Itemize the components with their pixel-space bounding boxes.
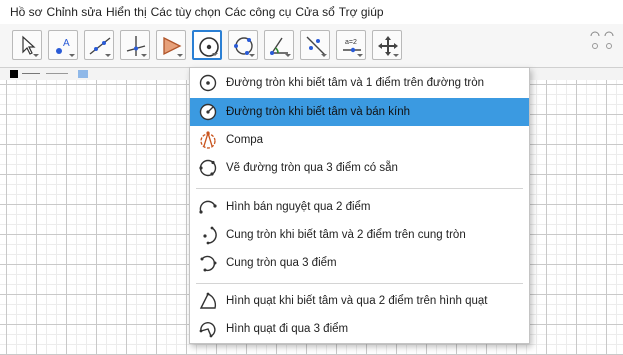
arc-three-points-icon <box>200 255 217 272</box>
menu-item-label: Vẽ đường tròn qua 3 điểm có sẵn <box>226 162 398 174</box>
svg-text:A: A <box>63 38 70 49</box>
circle-center-point-icon <box>199 74 217 92</box>
menu-options[interactable]: Các tùy chọn <box>151 5 221 19</box>
angle-tool-button[interactable] <box>264 30 294 60</box>
label-style-button[interactable] <box>78 70 88 78</box>
move-tool-button[interactable] <box>12 30 42 60</box>
compass-icon <box>200 131 216 149</box>
move-view-tool-button[interactable] <box>372 30 402 60</box>
line-style-dropdown[interactable] <box>22 73 40 74</box>
menu-item-compass[interactable]: Compa <box>190 126 529 154</box>
arc-center-icon <box>203 226 217 245</box>
semicircle-icon <box>199 200 217 214</box>
sector-three-points-icon <box>199 322 216 338</box>
circle-tool-button[interactable] <box>192 30 222 60</box>
menu-edit[interactable]: Chỉnh sửa <box>47 5 102 19</box>
polygon-tool-button[interactable] <box>156 30 186 60</box>
undo-icon <box>590 31 614 49</box>
circle-three-points-tool-button[interactable] <box>228 30 258 60</box>
menu-item-label: Cung tròn khi biết tâm và 2 điểm trên cu… <box>226 229 466 241</box>
menu-window[interactable]: Cửa sổ <box>295 5 334 19</box>
svg-text:a=2: a=2 <box>345 39 357 46</box>
circle-tools-dropdown: Đường tròn khi biết tâm và 1 điểm trên đ… <box>189 67 530 344</box>
menu-item-label: Cung tròn qua 3 điểm <box>226 257 337 269</box>
color-swatch[interactable] <box>10 70 18 78</box>
menu-item-semicircle[interactable]: Hình bán nguyệt qua 2 điểm <box>190 193 529 221</box>
point-tool-button[interactable]: A <box>48 30 78 60</box>
perpendicular-tool-button[interactable] <box>120 30 150 60</box>
menu-file[interactable]: Hồ sơ <box>10 5 43 19</box>
toolbar: A a=2 <box>0 24 623 68</box>
circle-three-points-icon <box>199 159 217 177</box>
menu-help[interactable]: Trợ giúp <box>339 5 384 19</box>
line-tool-button[interactable] <box>84 30 114 60</box>
menu-item-circle-center-point[interactable]: Đường tròn khi biết tâm và 1 điểm trên đ… <box>190 69 529 97</box>
reflect-tool-button[interactable] <box>300 30 330 60</box>
slider-tool-button[interactable]: a=2 <box>336 30 366 60</box>
menu-item-label: Hình bán nguyệt qua 2 điểm <box>226 201 371 213</box>
menu-item-circle-center-radius[interactable]: Đường tròn khi biết tâm và bán kính <box>190 98 529 126</box>
menu-item-label: Compa <box>226 134 264 146</box>
undo-redo-area[interactable] <box>587 30 617 54</box>
menu-separator <box>196 283 523 284</box>
menu-item-circle-three-points[interactable]: Vẽ đường tròn qua 3 điểm có sẵn <box>190 154 529 182</box>
menu-separator <box>196 188 523 189</box>
menu-item-label: Hình quạt đi qua 3 điểm <box>226 323 349 335</box>
menu-view[interactable]: Hiển thị <box>106 5 147 19</box>
menu-item-arc-center[interactable]: Cung tròn khi biết tâm và 2 điểm trên cu… <box>190 221 529 249</box>
menu-item-label: Đường tròn khi biết tâm và 1 điểm trên đ… <box>226 77 485 89</box>
sector-center-icon <box>199 292 217 309</box>
menu-item-arc-three-points[interactable]: Cung tròn qua 3 điểm <box>190 249 529 277</box>
menu-item-label: Hình quạt khi biết tâm và qua 2 điểm trê… <box>226 295 488 307</box>
point-style-dropdown[interactable] <box>46 73 68 74</box>
menu-item-sector-three-points[interactable]: Hình quạt đi qua 3 điểm <box>190 315 529 343</box>
menu-bar: Hồ sơ Chỉnh sửa Hiển thị Các tùy chọn Cá… <box>0 0 623 24</box>
menu-item-sector-center[interactable]: Hình quạt khi biết tâm và qua 2 điểm trê… <box>190 287 529 315</box>
menu-item-label: Đường tròn khi biết tâm và bán kính <box>226 106 410 118</box>
circle-center-radius-icon <box>199 103 217 121</box>
menu-tools[interactable]: Các công cụ <box>225 5 292 19</box>
